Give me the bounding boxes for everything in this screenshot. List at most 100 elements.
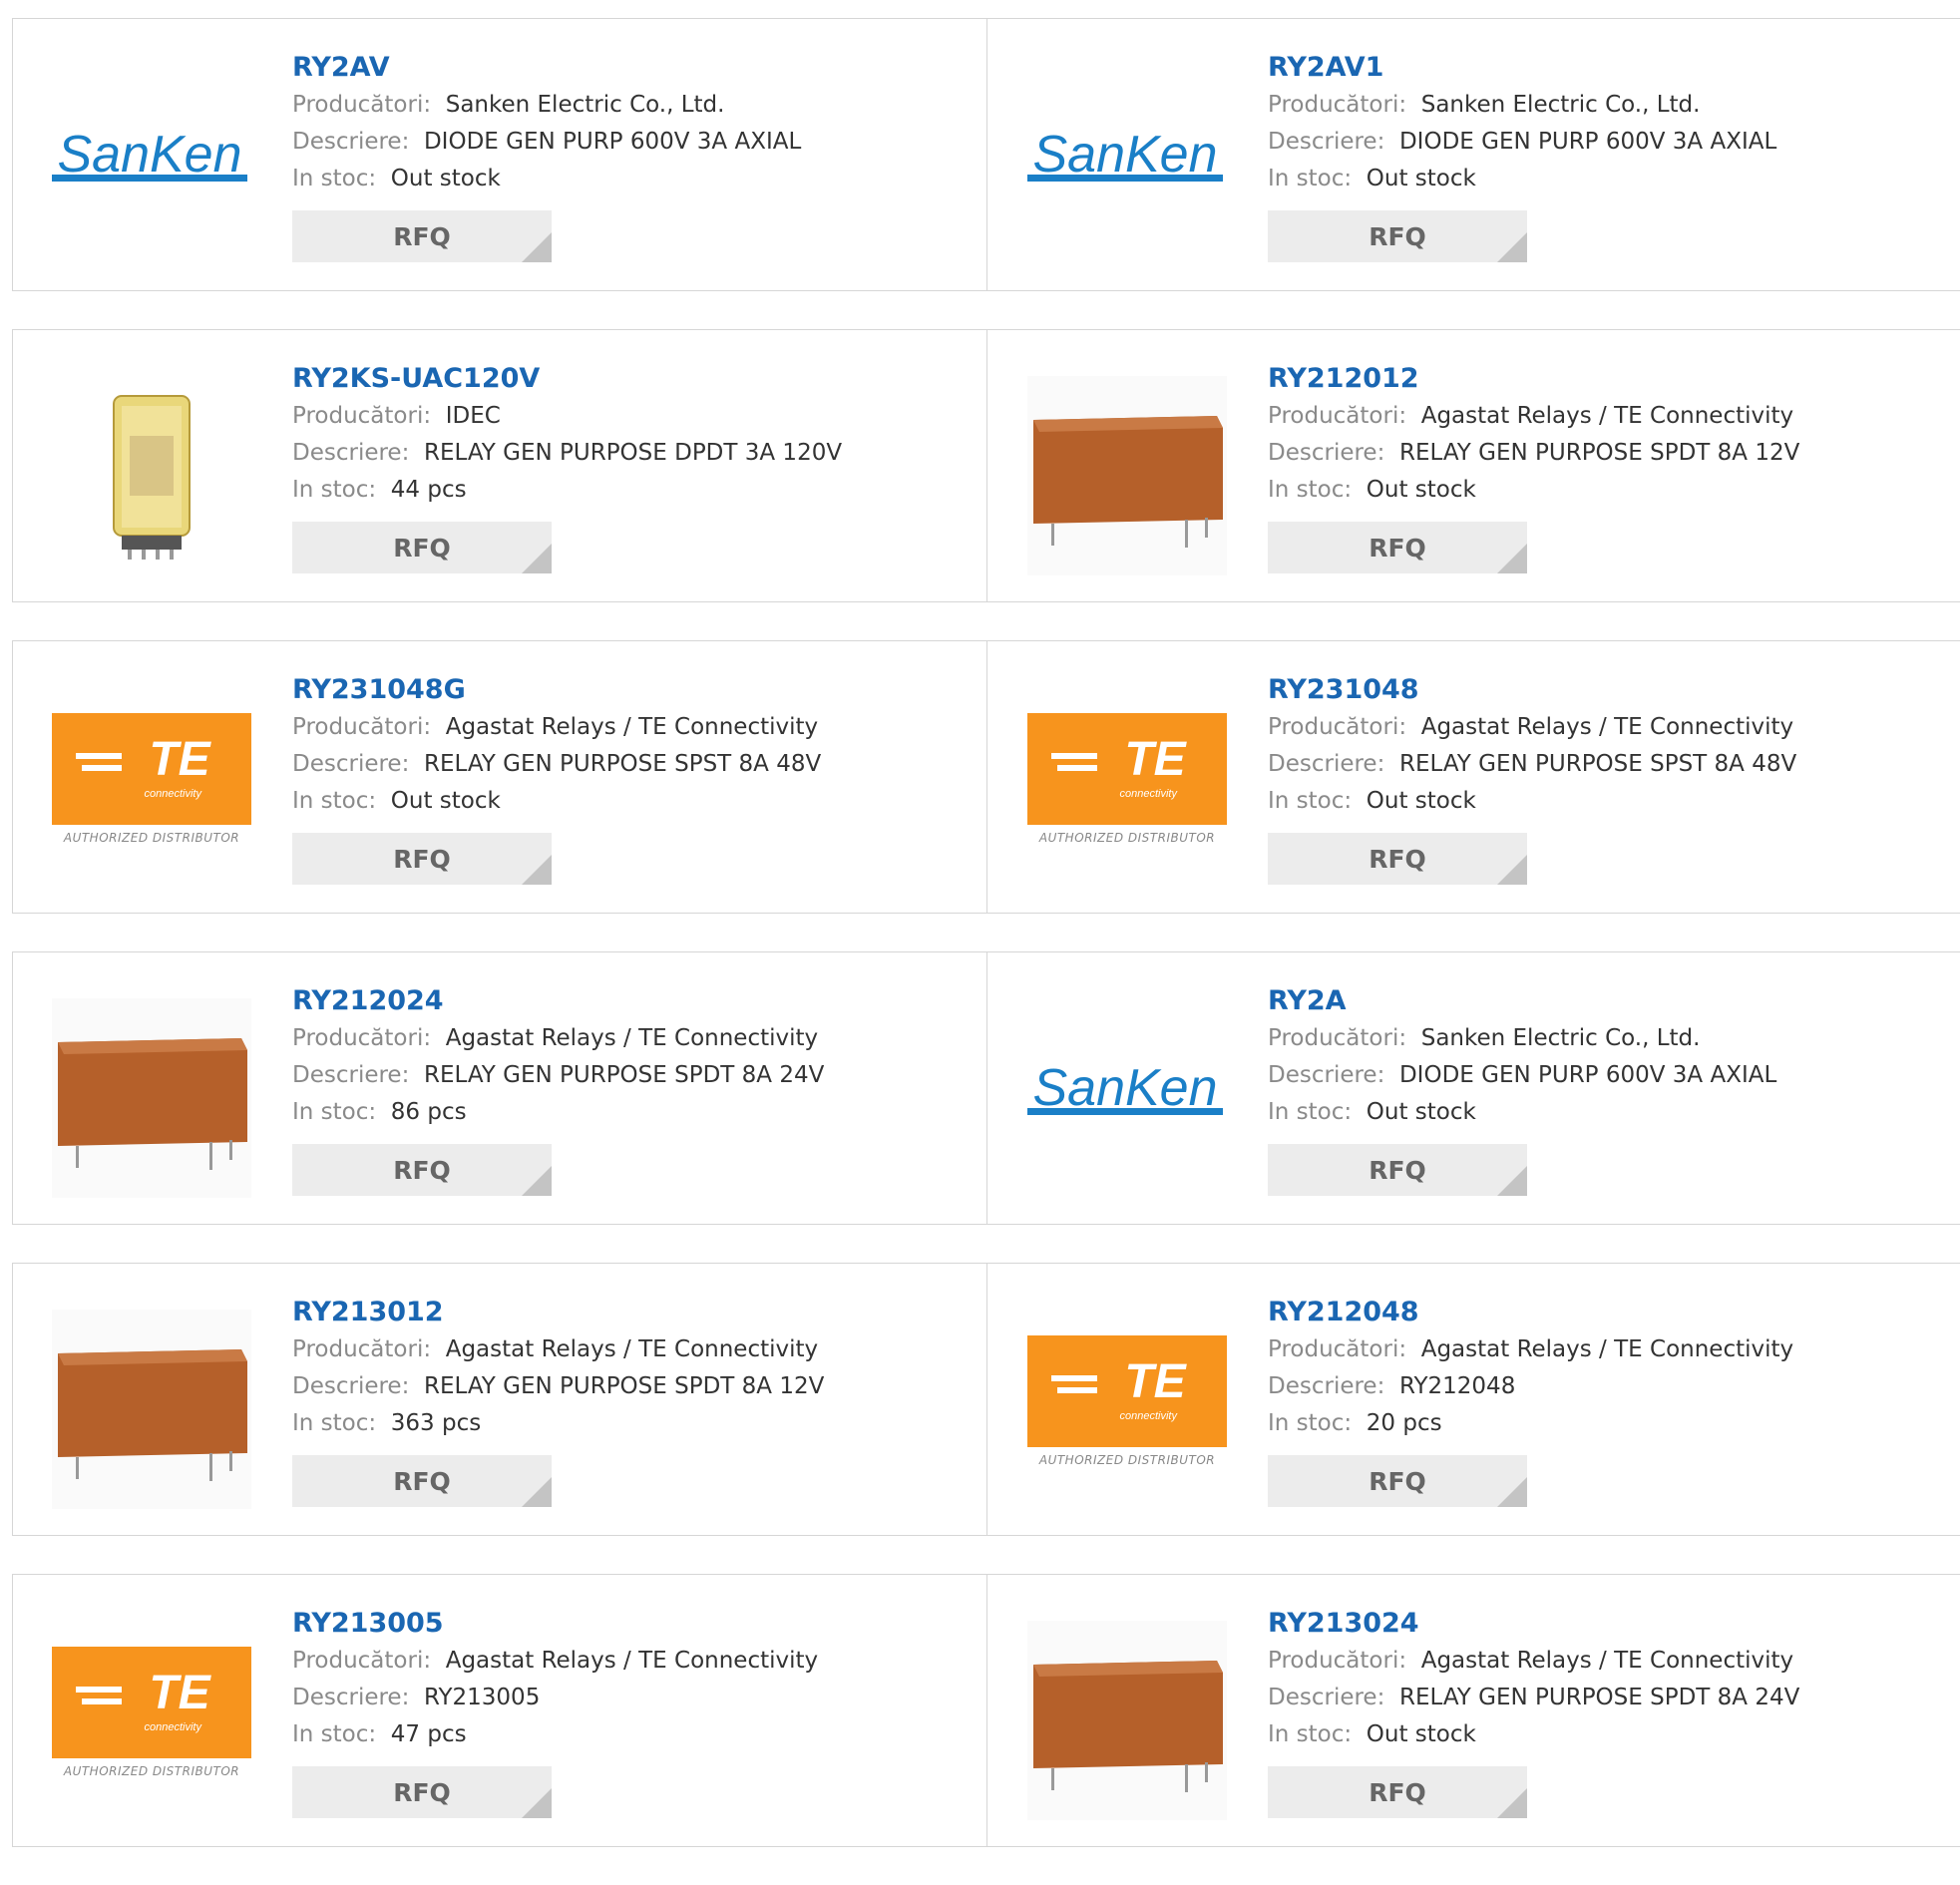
rfq-button[interactable]: RFQ — [1268, 1144, 1527, 1196]
sanken-logo-icon: SanKen — [1027, 126, 1223, 184]
rfq-label: RFQ — [1369, 533, 1426, 563]
rfq-button[interactable]: RFQ — [1268, 522, 1527, 573]
stock-row: In stoc: 44 pcs — [292, 472, 967, 509]
manufacturer-value: Agastat Relays / TE Connectivity — [1420, 714, 1794, 740]
product-card: SanKen RY2AV1 Producători: Sanken Electr… — [987, 19, 1960, 290]
corner-triangle-icon — [522, 855, 552, 885]
manufacturer-label: Producători: — [1268, 403, 1407, 429]
part-number-link[interactable]: RY2AV — [292, 49, 967, 87]
description-row: Descriere: RELAY GEN PURPOSE SPST 8A 48V — [1268, 746, 1940, 783]
te-logo-icon: TE connectivity — [1027, 1335, 1227, 1447]
stock-label: In stoc: — [1268, 788, 1353, 814]
te-sub-wordmark: connectivity — [1120, 788, 1179, 800]
product-info: RY2A Producători: Sanken Electric Co., L… — [1268, 982, 1940, 1196]
product-image[interactable]: SanKen — [1027, 998, 1227, 1198]
rfq-button[interactable]: RFQ — [292, 522, 552, 573]
stock-row: In stoc: 363 pcs — [292, 1405, 967, 1442]
manufacturer-value: Agastat Relays / TE Connectivity — [445, 1336, 819, 1362]
part-number-link[interactable]: RY2KS-UAC120V — [292, 360, 967, 398]
stock-label: In stoc: — [1268, 477, 1353, 503]
manufacturer-label: Producători: — [292, 1648, 432, 1674]
product-image[interactable]: SanKen — [1027, 65, 1227, 264]
product-card: SanKen RY2AV Producători: Sanken Electri… — [12, 19, 987, 290]
product-info: RY2KS-UAC120V Producători: IDEC Descrier… — [292, 360, 967, 573]
manufacturer-value: Agastat Relays / TE Connectivity — [1420, 1648, 1794, 1674]
corner-triangle-icon — [1497, 855, 1527, 885]
manufacturer-label: Producători: — [292, 92, 432, 118]
description-label: Descriere: — [1268, 440, 1385, 466]
part-number-link[interactable]: RY213012 — [292, 1294, 967, 1331]
product-row: RY2KS-UAC120V Producători: IDEC Descrier… — [12, 329, 1960, 602]
rfq-button[interactable]: RFQ — [1268, 1455, 1527, 1507]
product-image[interactable]: TE connectivity AUTHORIZED DISTRIBUTOR — [1027, 687, 1227, 887]
rfq-button[interactable]: RFQ — [292, 833, 552, 885]
description-value: RELAY GEN PURPOSE SPDT 8A 24V — [423, 1062, 825, 1088]
rfq-button[interactable]: RFQ — [1268, 210, 1527, 262]
product-image[interactable] — [1027, 376, 1227, 575]
description-row: Descriere: RELAY GEN PURPOSE SPST 8A 48V — [292, 746, 967, 783]
corner-triangle-icon — [522, 1477, 552, 1507]
part-number-link[interactable]: RY231048G — [292, 671, 967, 709]
rfq-button[interactable]: RFQ — [292, 1766, 552, 1818]
te-wordmark: TE — [1124, 733, 1187, 786]
part-number-link[interactable]: RY212012 — [1268, 360, 1940, 398]
manufacturer-label: Producători: — [292, 714, 432, 740]
rfq-button[interactable]: RFQ — [1268, 1766, 1527, 1818]
corner-triangle-icon — [1497, 1477, 1527, 1507]
description-value: DIODE GEN PURP 600V 3A AXIAL — [423, 129, 802, 155]
manufacturer-row: Producători: Sanken Electric Co., Ltd. — [292, 87, 967, 124]
description-label: Descriere: — [1268, 1685, 1385, 1710]
part-number-link[interactable]: RY212048 — [1268, 1294, 1940, 1331]
part-number-link[interactable]: RY2A — [1268, 982, 1940, 1020]
rfq-label: RFQ — [393, 1466, 451, 1496]
product-image[interactable]: TE connectivity AUTHORIZED DISTRIBUTOR — [52, 1621, 251, 1820]
part-number-link[interactable]: RY212024 — [292, 982, 967, 1020]
authorized-distributor-text: AUTHORIZED DISTRIBUTOR — [1038, 831, 1216, 845]
product-image[interactable] — [1027, 1621, 1227, 1820]
authorized-distributor-text: AUTHORIZED DISTRIBUTOR — [63, 831, 240, 845]
product-row: TE connectivity AUTHORIZED DISTRIBUTOR RY2… — [12, 640, 1960, 914]
product-image[interactable]: TE connectivity AUTHORIZED DISTRIBUTOR — [52, 687, 251, 887]
manufacturer-value: Agastat Relays / TE Connectivity — [1420, 1336, 1794, 1362]
part-number-link[interactable]: RY2AV1 — [1268, 49, 1940, 87]
rfq-button[interactable]: RFQ — [292, 210, 552, 262]
product-image[interactable]: SanKen — [52, 65, 251, 264]
product-image[interactable] — [52, 376, 251, 575]
description-label: Descriere: — [292, 129, 410, 155]
part-number-link[interactable]: RY231048 — [1268, 671, 1940, 709]
corner-triangle-icon — [522, 544, 552, 573]
description-row: Descriere: DIODE GEN PURP 600V 3A AXIAL — [292, 124, 967, 161]
manufacturer-value: Sanken Electric Co., Ltd. — [445, 92, 725, 118]
corner-triangle-icon — [522, 232, 552, 262]
product-info: RY2AV1 Producători: Sanken Electric Co.,… — [1268, 49, 1940, 262]
product-row: SanKen RY2AV Producători: Sanken Electri… — [12, 18, 1960, 291]
stock-value: 44 pcs — [390, 477, 467, 503]
te-logo-icon: TE connectivity — [52, 1647, 251, 1758]
pcb-relay-icon — [1027, 376, 1227, 575]
description-label: Descriere: — [292, 751, 410, 777]
stock-value: Out stock — [1366, 477, 1476, 503]
manufacturer-label: Producători: — [292, 1336, 432, 1362]
manufacturer-row: Producători: Agastat Relays / TE Connect… — [1268, 1643, 1940, 1680]
rfq-button[interactable]: RFQ — [292, 1455, 552, 1507]
stock-row: In stoc: Out stock — [1268, 1094, 1940, 1131]
stock-label: In stoc: — [1268, 1099, 1353, 1125]
product-image[interactable] — [52, 1310, 251, 1509]
authorized-distributor-text: AUTHORIZED DISTRIBUTOR — [63, 1764, 240, 1778]
manufacturer-value: Agastat Relays / TE Connectivity — [445, 1025, 819, 1051]
part-number-link[interactable]: RY213005 — [292, 1605, 967, 1643]
rfq-button[interactable]: RFQ — [1268, 833, 1527, 885]
description-label: Descriere: — [292, 1373, 410, 1399]
description-value: DIODE GEN PURP 600V 3A AXIAL — [1398, 1062, 1777, 1088]
manufacturer-row: Producători: Agastat Relays / TE Connect… — [1268, 709, 1940, 746]
product-image[interactable]: TE connectivity AUTHORIZED DISTRIBUTOR — [1027, 1310, 1227, 1509]
description-label: Descriere: — [1268, 751, 1385, 777]
description-value: RELAY GEN PURPOSE SPDT 8A 12V — [1398, 440, 1800, 466]
manufacturer-row: Producători: Sanken Electric Co., Ltd. — [1268, 1020, 1940, 1057]
product-image[interactable] — [52, 998, 251, 1198]
product-card: TE connectivity AUTHORIZED DISTRIBUTOR RY2… — [12, 641, 987, 913]
part-number-link[interactable]: RY213024 — [1268, 1605, 1940, 1643]
rfq-button[interactable]: RFQ — [292, 1144, 552, 1196]
corner-triangle-icon — [522, 1788, 552, 1818]
stock-value: Out stock — [390, 166, 501, 191]
